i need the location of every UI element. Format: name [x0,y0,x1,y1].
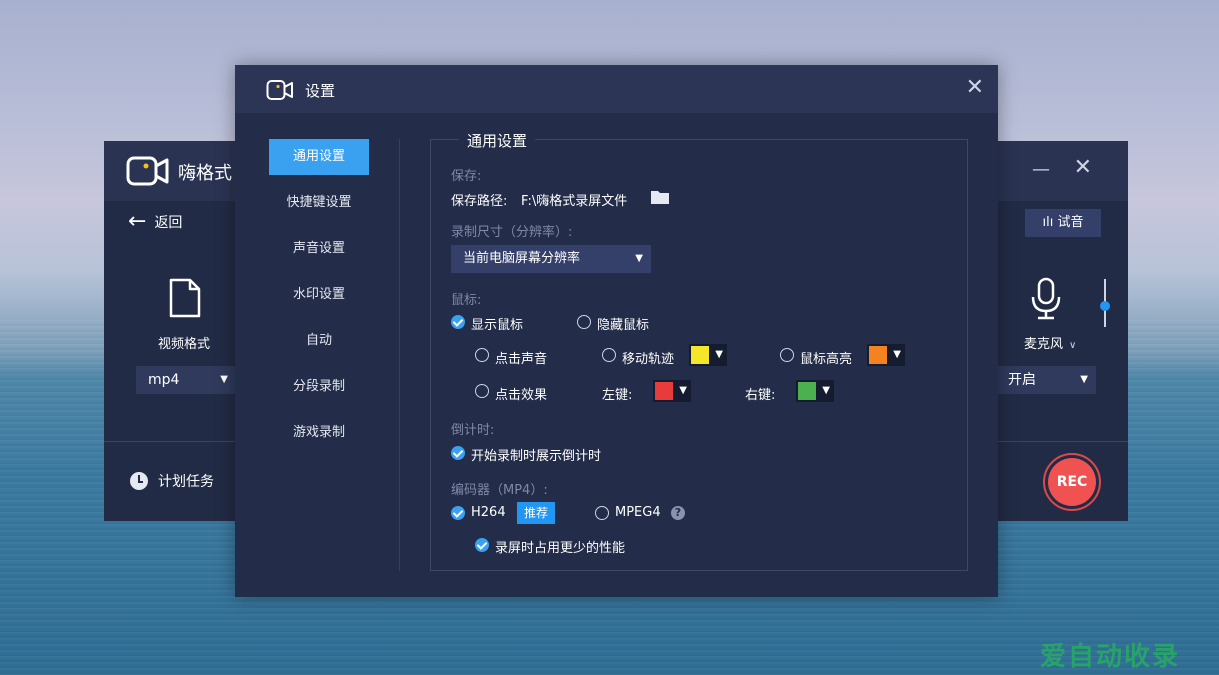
save-section-label: 保存: [451,169,482,184]
chevron-down-icon: ▼ [220,374,228,385]
chevron-down-icon: ▼ [893,349,901,360]
nav-item-segment-recording[interactable]: 分段录制 [269,369,369,405]
move-track-color-picker[interactable]: ▼ [689,344,727,366]
show-mouse-label: 显示鼠标 [471,318,524,333]
test-audio-label: 试音 [1057,215,1084,230]
countdown-checkbox[interactable] [451,446,465,460]
general-settings-panel: 通用设置 保存: 保存路径: F:\嗨格式录屏文件 录制尺寸（分辨率）: 当前电… [430,130,968,571]
mouse-highlight-color-picker[interactable]: ▼ [867,344,905,366]
microphone-label-text: 麦克风 [1024,337,1064,352]
back-label: 返回 [154,215,183,231]
nav-item-hotkeys[interactable]: 快捷键设置 [269,185,369,221]
nav-item-watermark[interactable]: 水印设置 [269,277,369,313]
video-format-select[interactable]: mp4 ▼ [136,366,236,394]
right-key-color-picker[interactable]: ▼ [796,380,834,402]
video-format-label: 视频格式 [158,337,211,352]
nav-item-game-recording[interactable]: 游戏录制 [269,415,369,451]
countdown-label: 开始录制时展示倒计时 [471,449,602,464]
bar-chart-icon: ılı [1042,215,1058,230]
minimize-icon[interactable]: — [1032,159,1050,180]
resolution-value: 当前电脑屏幕分辨率 [463,251,581,266]
volume-slider-handle[interactable] [1100,301,1110,311]
schedule-task-button[interactable]: 计划任务 [130,471,214,491]
right-key-color [798,382,816,400]
mpeg4-radio[interactable] [595,506,609,520]
nav-item-auto[interactable]: 自动 [269,323,369,359]
move-track-color [691,346,709,364]
folder-icon[interactable] [651,190,669,204]
left-key-color-picker[interactable]: ▼ [653,380,691,402]
nav-divider [399,139,400,571]
clock-icon [130,472,148,490]
camera-icon [266,80,293,100]
back-button[interactable]: ← 返回 [128,211,182,233]
microphone-value: 开启 [1008,372,1036,388]
close-icon[interactable]: ✕ [966,75,984,100]
dialog-title: 设置 [305,82,336,100]
recommend-badge: 推荐 [517,502,555,524]
video-format-value: mp4 [148,372,180,388]
settings-nav: 通用设置 快捷键设置 声音设置 水印设置 自动 分段录制 游戏录制 [269,139,369,461]
dialog-header: 设置 ✕ [235,65,998,113]
app-title: 嗨格式 [178,163,232,184]
settings-dialog: 设置 ✕ 通用设置 快捷键设置 声音设置 水印设置 自动 分段录制 游戏录制 通… [235,65,998,597]
hide-mouse-label: 隐藏鼠标 [597,318,650,333]
right-key-label: 右键: [745,388,776,403]
microphone-icon[interactable] [1030,277,1062,321]
chevron-down-icon: ▼ [635,253,643,264]
mouse-highlight-checkbox[interactable] [780,348,794,362]
hide-mouse-radio[interactable] [577,315,591,329]
nav-item-general[interactable]: 通用设置 [269,139,369,175]
left-key-label: 左键: [602,388,633,403]
h264-label: H264 [471,505,506,520]
encoder-section-label: 编码器（MP4）: [451,483,548,498]
chevron-down-icon: ▼ [715,349,723,360]
chevron-down-icon: ▼ [1080,374,1088,385]
camera-logo-icon [126,156,169,186]
low-performance-checkbox[interactable] [475,538,489,552]
close-icon[interactable]: ✕ [1074,155,1092,180]
panel-title: 通用设置 [459,130,536,151]
chevron-down-icon: ▼ [679,385,687,396]
h264-radio[interactable] [451,506,465,520]
mouse-highlight-label: 鼠标高亮 [800,352,853,367]
test-audio-button[interactable]: ılı 试音 [1025,209,1101,237]
mpeg4-label: MPEG4 [615,505,661,520]
watermark: 爱自动收录 [1040,642,1181,672]
arrow-left-icon: ← [128,209,147,234]
move-track-label: 移动轨迹 [622,352,675,367]
show-mouse-radio[interactable] [451,315,465,329]
click-effect-checkbox[interactable] [475,384,489,398]
chevron-down-icon: ∨ [1069,340,1077,351]
rec-button[interactable]: REC [1048,458,1096,506]
resolution-select[interactable]: 当前电脑屏幕分辨率 ▼ [451,245,651,273]
save-path-value: F:\嗨格式录屏文件 [521,194,628,209]
save-path-label: 保存路径: [451,194,508,209]
schedule-label: 计划任务 [158,474,214,490]
left-key-color [655,382,673,400]
microphone-label[interactable]: 麦克风 ∨ [1024,333,1076,352]
microphone-select[interactable]: 开启 ▼ [998,366,1096,394]
file-icon [169,278,201,318]
chevron-down-icon: ▼ [822,385,830,396]
mouse-highlight-color [869,346,887,364]
click-sound-checkbox[interactable] [475,348,489,362]
move-track-checkbox[interactable] [602,348,616,362]
countdown-section-label: 倒计时: [451,423,495,438]
click-sound-label: 点击声音 [495,352,548,367]
help-icon[interactable]: ? [671,506,685,520]
click-effect-label: 点击效果 [495,388,548,403]
low-performance-label: 录屏时占用更少的性能 [495,541,626,556]
nav-item-audio[interactable]: 声音设置 [269,231,369,267]
mouse-section-label: 鼠标: [451,293,482,308]
size-section-label: 录制尺寸（分辨率）: [451,225,573,240]
